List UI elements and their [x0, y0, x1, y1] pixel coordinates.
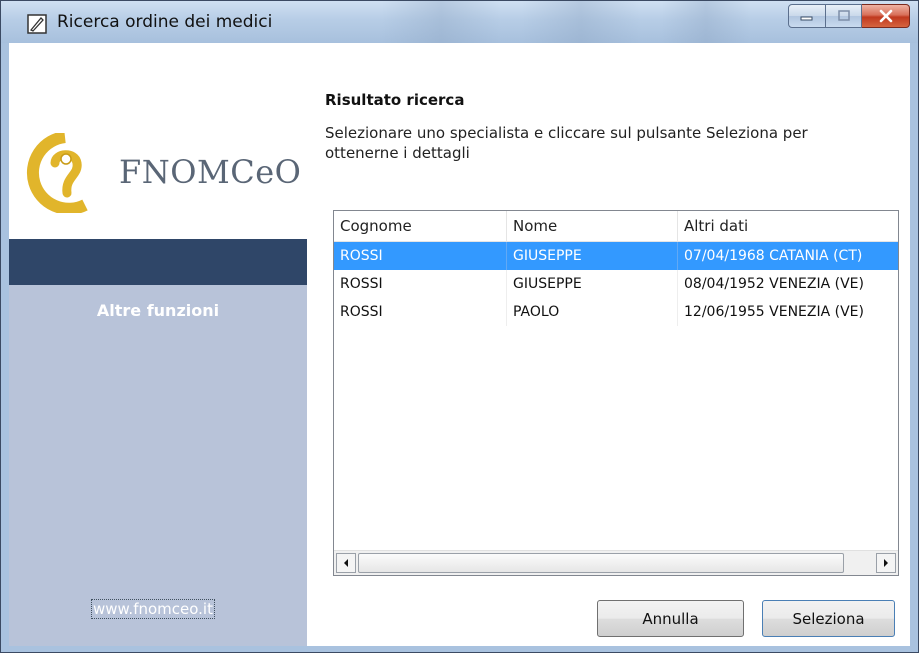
minimize-icon: [800, 16, 813, 21]
sidebar-panel: Altre funzioni www.fnomceo.it: [9, 285, 307, 646]
window-title: Ricerca ordine dei medici: [57, 12, 273, 32]
scroll-right-button[interactable]: [876, 553, 896, 573]
logo-area: FNOMCeO: [9, 43, 307, 239]
table-row[interactable]: ROSSI PAOLO 12/06/1955 VENEZIA (VE): [334, 298, 898, 326]
dialog-body: FNOMCeO Altre funzioni www.fnomceo.it Ri…: [9, 43, 910, 646]
cell-cognome: ROSSI: [334, 298, 507, 326]
scrollbar-thumb[interactable]: [358, 553, 844, 573]
scroll-left-button[interactable]: [336, 553, 356, 573]
results-title: Risultato ricerca: [325, 91, 465, 109]
sidebar: FNOMCeO Altre funzioni www.fnomceo.it: [9, 43, 307, 646]
column-header-altri-dati[interactable]: Altri dati: [678, 211, 898, 241]
cell-nome: GIUSEPPE: [507, 270, 678, 298]
cell-nome: GIUSEPPE: [507, 242, 678, 270]
cell-cognome: ROSSI: [334, 242, 507, 270]
column-header-nome[interactable]: Nome: [507, 211, 678, 241]
results-list[interactable]: Cognome Nome Altri dati ROSSI GIUSEPPE 0…: [333, 210, 899, 576]
maximize-button[interactable]: [826, 4, 862, 28]
other-functions-heading: Altre funzioni: [96, 301, 220, 320]
column-header-cognome[interactable]: Cognome: [334, 211, 507, 241]
cell-nome: PAOLO: [507, 298, 678, 326]
app-window: Ricerca ordine dei medici FNOMCeO Altre …: [0, 0, 919, 653]
logo-text: FNOMCeO: [119, 153, 302, 191]
close-icon: [879, 9, 892, 23]
window-controls: [788, 4, 910, 30]
close-button[interactable]: [862, 4, 910, 28]
table-row[interactable]: ROSSI GIUSEPPE 08/04/1952 VENEZIA (VE): [334, 270, 898, 298]
cancel-button[interactable]: Annulla: [597, 600, 744, 637]
minimize-button[interactable]: [788, 4, 826, 28]
cell-altri-dati: 07/04/1968 CATANIA (CT): [684, 248, 863, 264]
main-panel: Risultato ricerca Selezionare uno specia…: [307, 43, 910, 646]
sidebar-header-band: [9, 239, 307, 285]
fnomceo-logo-icon: [26, 133, 88, 213]
scroll-left-arrow-icon: [344, 559, 348, 567]
scroll-right-arrow-icon: [884, 559, 888, 567]
app-window-icon: [27, 14, 47, 34]
cell-cognome: ROSSI: [334, 270, 507, 298]
list-header: Cognome Nome Altri dati: [334, 211, 898, 242]
titlebar-blur-decoration: [381, 1, 501, 43]
maximize-icon: [837, 10, 850, 21]
cell-altri-dati: 08/04/1952 VENEZIA (VE): [684, 276, 864, 292]
select-button[interactable]: Seleziona: [762, 600, 895, 637]
titlebar-blur-decoration: [521, 1, 641, 43]
website-link[interactable]: www.fnomceo.it: [91, 599, 215, 619]
cell-altri-dati: 12/06/1955 VENEZIA (VE): [684, 304, 864, 320]
table-row[interactable]: ROSSI GIUSEPPE 07/04/1968 CATANIA (CT): [334, 242, 898, 270]
titlebar-blur-decoration: [661, 1, 751, 43]
title-bar[interactable]: Ricerca ordine dei medici: [1, 1, 918, 43]
horizontal-scrollbar[interactable]: [334, 550, 898, 575]
instructions-text: Selezionare uno specialista e cliccare s…: [325, 124, 808, 162]
